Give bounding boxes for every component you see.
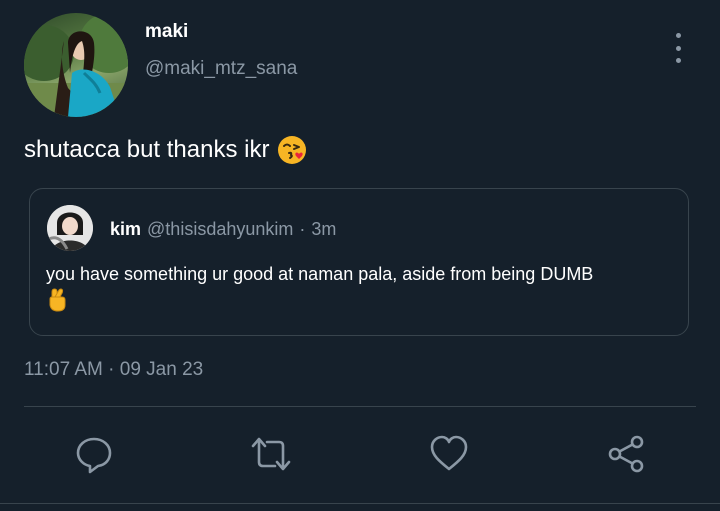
quoted-text: you have something ur good at naman pala…	[46, 262, 676, 318]
reply-icon[interactable]	[72, 432, 116, 476]
tweet-body: shutacca but thanks ikr	[24, 136, 270, 163]
quoted-body: you have something ur good at naman pala…	[46, 264, 594, 284]
quoted-separator: ·	[299, 219, 306, 239]
more-options-icon[interactable]	[668, 33, 688, 63]
quoted-tweet-card[interactable]: kim @thisisdahyunkim · 3m you have somet…	[29, 188, 689, 336]
retweet-icon[interactable]	[249, 432, 293, 476]
user-handle[interactable]: @maki_mtz_sana	[145, 58, 297, 80]
display-name[interactable]: maki	[145, 21, 188, 43]
share-icon[interactable]	[604, 432, 648, 476]
quoted-handle[interactable]: @thisisdahyunkim	[147, 219, 293, 240]
kissing-face-emoji-icon	[277, 135, 307, 165]
like-icon[interactable]	[427, 432, 471, 476]
quoted-time: 3m	[311, 219, 337, 239]
tweet-text: shutacca but thanks ikr	[24, 135, 307, 165]
action-bar	[0, 432, 720, 476]
avatar[interactable]	[24, 13, 128, 117]
quoted-avatar[interactable]	[47, 205, 93, 251]
quoted-header: kim @thisisdahyunkim · 3m	[110, 219, 336, 240]
bottom-divider	[0, 503, 720, 504]
divider	[24, 406, 696, 407]
crossed-fingers-emoji-icon	[46, 288, 68, 312]
quoted-name[interactable]: kim	[110, 219, 141, 240]
tweet-timestamp: 11:07 AM · 09 Jan 23	[24, 359, 204, 380]
